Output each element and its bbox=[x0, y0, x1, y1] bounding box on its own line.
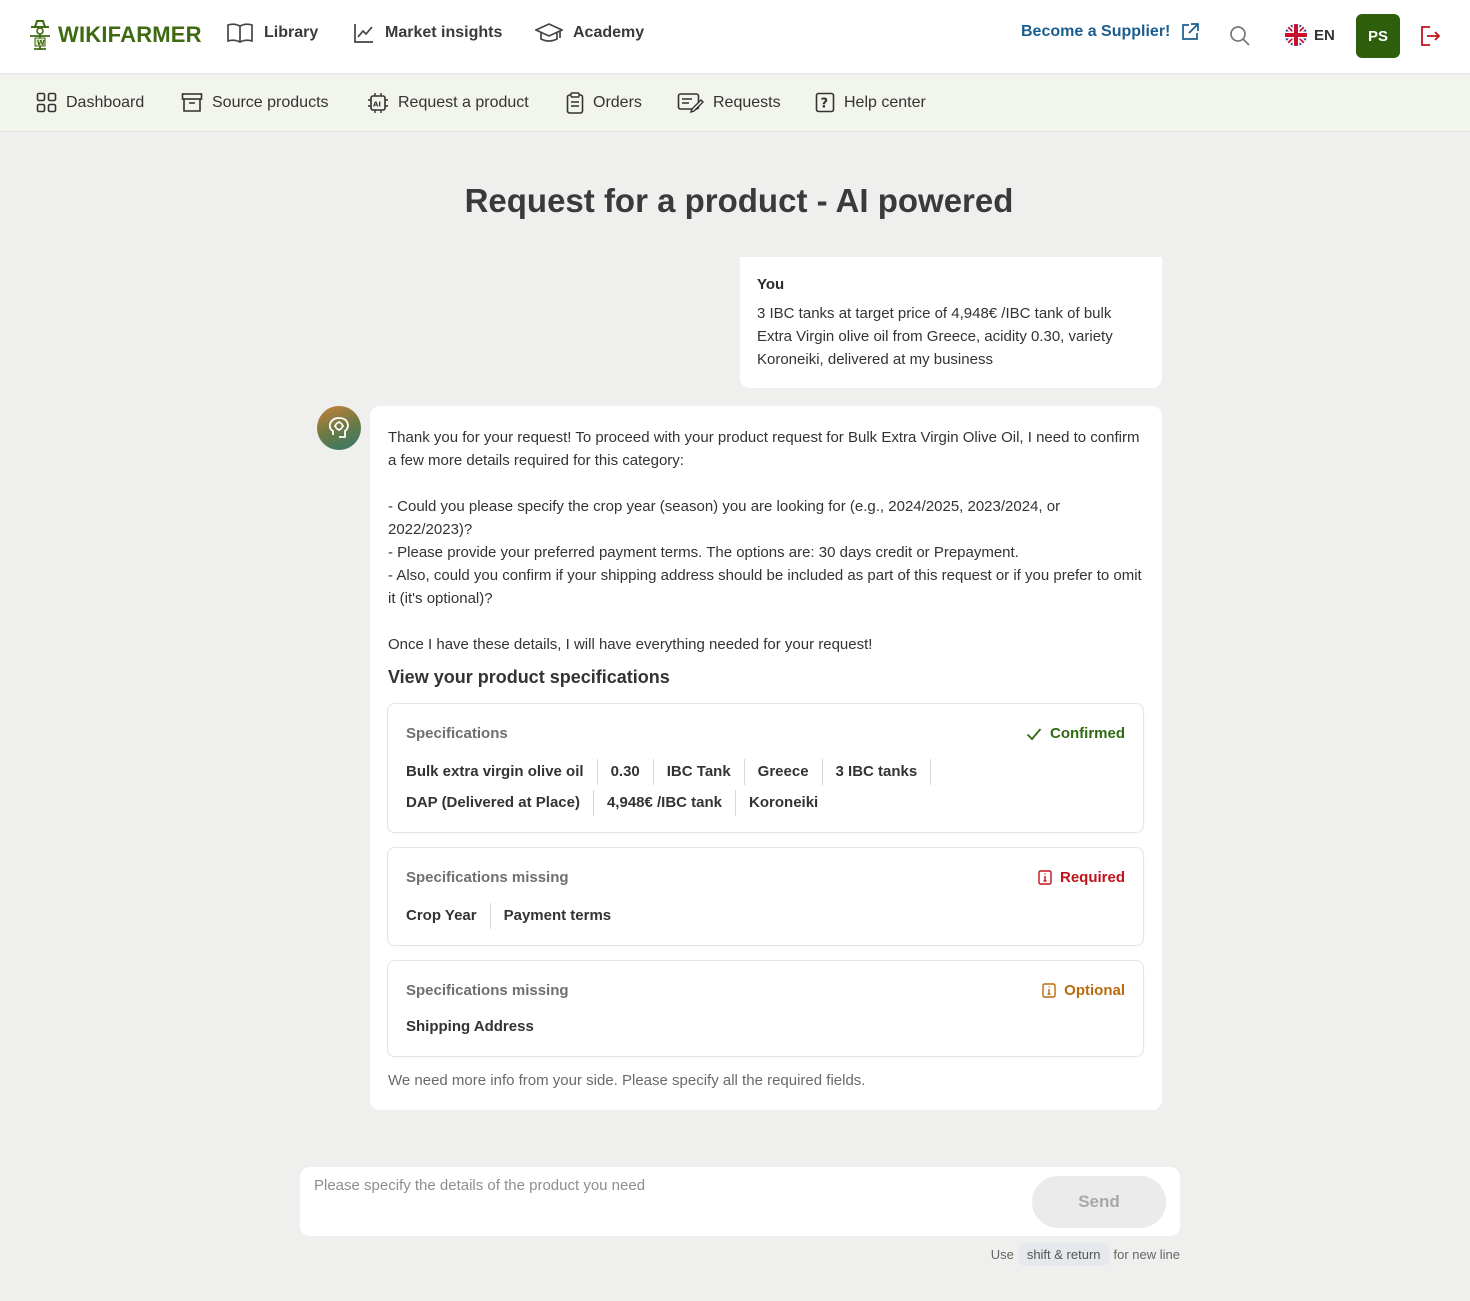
hint-suffix: for new line bbox=[1113, 1247, 1180, 1262]
spec-chip: 4,948€ /IBC tank bbox=[594, 790, 737, 816]
archive-box-icon bbox=[181, 93, 203, 112]
logout-button[interactable] bbox=[1419, 24, 1441, 48]
external-link-icon bbox=[1182, 23, 1200, 40]
chart-line-icon bbox=[354, 24, 373, 43]
ai-assistant-avatar bbox=[317, 406, 361, 450]
topnav-label: Academy bbox=[573, 24, 645, 41]
book-icon bbox=[227, 23, 253, 43]
checkmark-icon bbox=[1026, 727, 1042, 740]
subnav-label: Requests bbox=[713, 93, 781, 111]
spec-chip: Koroneiki bbox=[749, 794, 819, 811]
question-box-icon: ? bbox=[815, 92, 835, 113]
card-title: Specifications bbox=[406, 725, 508, 742]
top-bar: W WIKIFARMER Library Market insights Aca… bbox=[0, 0, 1470, 74]
subnav-requests[interactable]: Requests bbox=[677, 92, 781, 113]
message-input[interactable] bbox=[314, 1177, 1014, 1194]
brand-name: WIKIFARMER bbox=[58, 22, 202, 47]
spec-chip: Greece bbox=[745, 759, 823, 785]
svg-text:AI: AI bbox=[373, 101, 381, 109]
hint-prefix: Use bbox=[990, 1247, 1014, 1262]
ai-point: - Could you please specify the crop year… bbox=[388, 498, 1061, 538]
user-message-text: 3 IBC tanks at target price of 4,948€ /I… bbox=[757, 305, 1113, 368]
missing-chip-row: Crop Year Payment terms bbox=[406, 903, 624, 929]
spec-chip-row: Bulk extra virgin olive oil 0.30 IBC Tan… bbox=[406, 759, 932, 785]
hint-key: shift & return bbox=[1018, 1243, 1109, 1266]
missing-chip: Crop Year bbox=[406, 903, 491, 929]
ai-point: - Also, could you confirm if your shippi… bbox=[388, 567, 1142, 607]
ai-intro-text: Thank you for your request! To proceed w… bbox=[388, 429, 1140, 469]
subnav-label: Dashboard bbox=[66, 93, 145, 111]
spec-heading: View your product specifications bbox=[388, 667, 670, 687]
user-avatar-button[interactable]: PS bbox=[1356, 14, 1400, 58]
ai-footer-note: We need more info from your side. Please… bbox=[388, 1072, 866, 1089]
subnav-source-products[interactable]: Source products bbox=[181, 92, 329, 113]
topnav-academy[interactable]: Academy bbox=[535, 22, 644, 44]
status-label: Optional bbox=[1064, 982, 1125, 999]
subnav-label: Orders bbox=[593, 94, 642, 111]
topnav-label: Library bbox=[264, 24, 319, 41]
topnav-label: Market insights bbox=[385, 24, 503, 41]
required-specs-card: Specifications missing Required Crop Yea… bbox=[387, 847, 1144, 946]
ai-brain-icon bbox=[328, 417, 349, 438]
topnav-market-insights[interactable]: Market insights bbox=[353, 22, 502, 44]
message-author: You bbox=[757, 276, 785, 293]
missing-chip-row: Shipping Address bbox=[406, 1014, 547, 1040]
ai-closing-text: Once I have these details, I will have e… bbox=[388, 636, 873, 653]
uk-flag-icon bbox=[1285, 24, 1307, 46]
card-title: Specifications missing bbox=[406, 982, 569, 999]
grid-icon bbox=[36, 92, 57, 113]
supplier-label: Become a Supplier! bbox=[1021, 23, 1171, 40]
subnav-dashboard[interactable]: Dashboard bbox=[36, 92, 144, 113]
spec-chip: DAP (Delivered at Place) bbox=[406, 790, 594, 816]
search-icon bbox=[1230, 26, 1250, 46]
language-selector[interactable]: EN bbox=[1284, 23, 1335, 47]
send-button[interactable]: Send bbox=[1032, 1176, 1166, 1228]
clipboard-icon bbox=[566, 92, 584, 114]
search-button[interactable] bbox=[1228, 24, 1252, 48]
info-box-icon bbox=[1038, 870, 1052, 885]
graduation-cap-icon bbox=[535, 23, 563, 42]
missing-chip: Payment terms bbox=[503, 907, 612, 924]
sub-navigation: Dashboard Source products AI Request a p… bbox=[0, 75, 1470, 132]
page-title: Request for a product - AI powered bbox=[464, 182, 1014, 219]
subnav-label: Source products bbox=[212, 93, 329, 111]
ai-message-bubble: Thank you for your request! To proceed w… bbox=[370, 406, 1162, 1110]
brand-logo[interactable]: W WIKIFARMER bbox=[26, 18, 202, 52]
subnav-label: Help center bbox=[844, 93, 926, 111]
logout-icon bbox=[1421, 26, 1441, 46]
become-supplier-link[interactable]: Become a Supplier! bbox=[1021, 22, 1200, 42]
language-code: EN bbox=[1314, 26, 1335, 44]
farmer-logo-icon: W bbox=[30, 20, 50, 50]
keyboard-hint: Use shift & return for new line bbox=[300, 1243, 1180, 1266]
subnav-label: Request a product bbox=[398, 94, 529, 111]
subnav-request-product[interactable]: AI Request a product bbox=[367, 92, 529, 114]
required-status: Required bbox=[1038, 869, 1125, 886]
message-composer: Send bbox=[300, 1167, 1180, 1236]
confirmed-status: Confirmed bbox=[1026, 725, 1125, 742]
ai-chip-icon: AI bbox=[368, 93, 388, 113]
topnav-library[interactable]: Library bbox=[226, 22, 318, 44]
subnav-orders[interactable]: Orders bbox=[566, 92, 642, 114]
info-box-icon bbox=[1042, 983, 1056, 998]
ai-point: - Please provide your preferred payment … bbox=[388, 544, 1019, 561]
spec-chip-row: DAP (Delivered at Place) 4,948€ /IBC tan… bbox=[406, 790, 831, 816]
subnav-help-center[interactable]: ? Help center bbox=[815, 92, 926, 113]
optional-specs-card: Specifications missing Optional Shipping… bbox=[387, 960, 1144, 1057]
user-message-bubble: You 3 IBC tanks at target price of 4,948… bbox=[740, 257, 1162, 388]
card-title: Specifications missing bbox=[406, 869, 569, 886]
optional-status: Optional bbox=[1042, 982, 1125, 999]
status-label: Confirmed bbox=[1050, 725, 1125, 742]
spec-chip: Bulk extra virgin olive oil bbox=[406, 759, 598, 785]
svg-text:?: ? bbox=[821, 97, 829, 112]
spec-chip: 3 IBC tanks bbox=[823, 759, 932, 785]
missing-chip: Shipping Address bbox=[406, 1018, 534, 1035]
spec-chip: IBC Tank bbox=[654, 759, 745, 785]
svg-text:W: W bbox=[37, 39, 45, 47]
spec-chip: 0.30 bbox=[598, 759, 654, 785]
status-label: Required bbox=[1059, 869, 1125, 886]
confirmed-specs-card: Specifications Confirmed Bulk extra virg… bbox=[387, 703, 1144, 833]
edit-list-icon bbox=[677, 93, 704, 113]
